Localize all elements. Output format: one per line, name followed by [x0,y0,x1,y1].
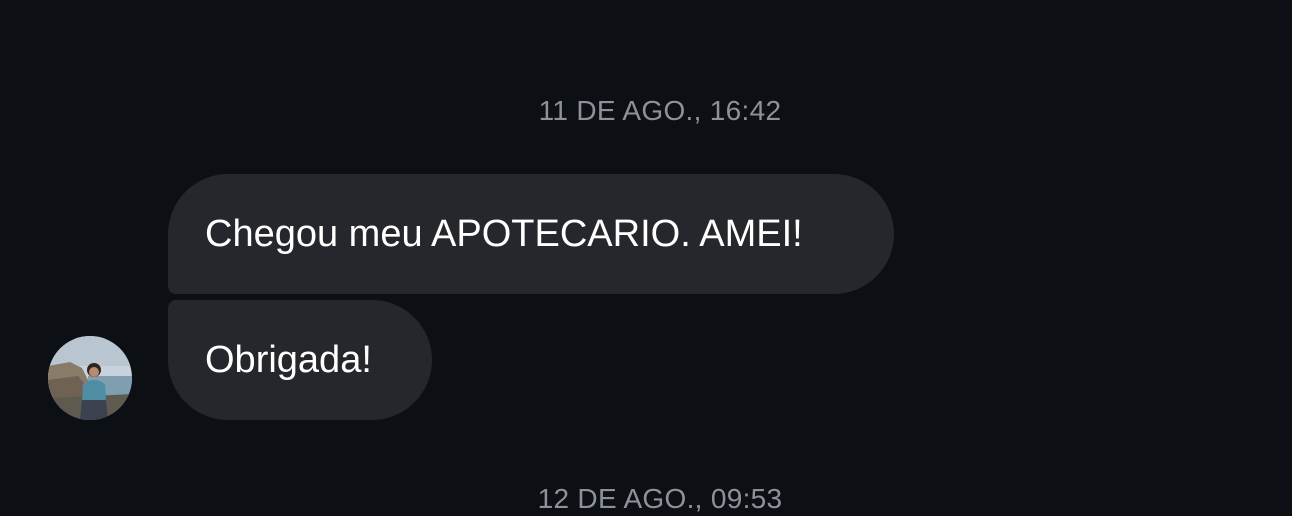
timestamp-divider: 12 DE AGO., 09:53 [537,483,783,514]
sender-avatar[interactable] [48,336,132,420]
message-bubble[interactable]: Chegou meu APOTECARIO. AMEI! [168,174,894,294]
timestamp-divider: 11 DE AGO., 16:42 [538,95,782,126]
message-bubble[interactable]: Obrigada! [168,300,432,420]
message-text: Obrigada! [205,339,372,381]
message-text: Chegou meu APOTECARIO. AMEI! [205,213,803,255]
avatar-photo-icon [48,336,132,420]
